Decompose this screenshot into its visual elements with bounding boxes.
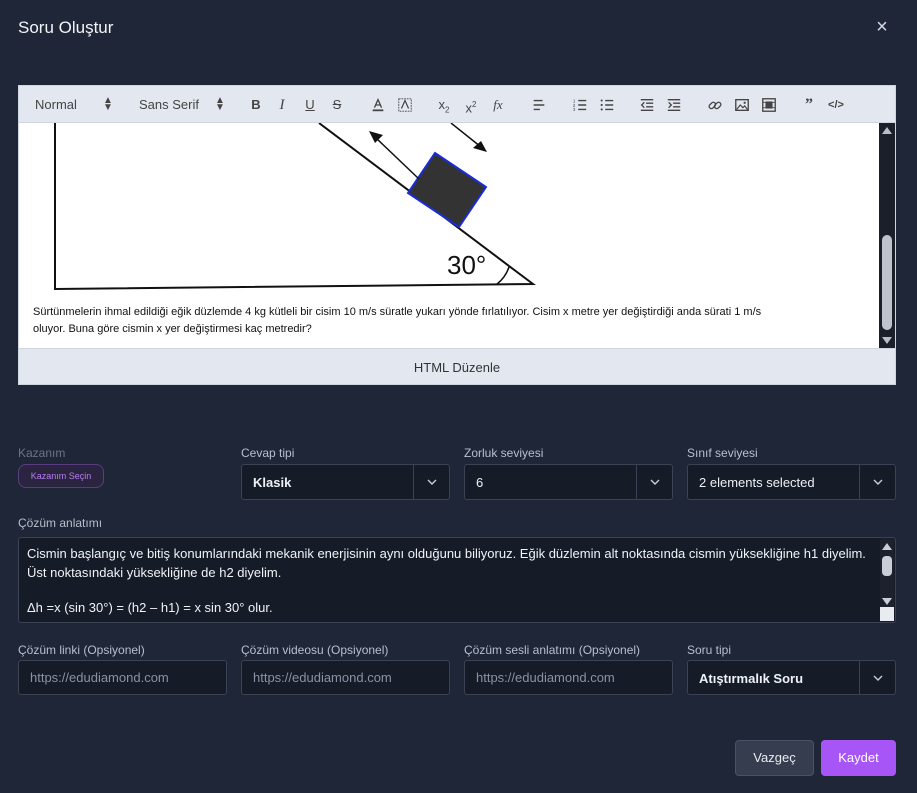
- cozum-anlatimi-textarea[interactable]: Cismin başlangıç ve bitiş konumlarındaki…: [18, 537, 896, 623]
- link-icon[interactable]: [706, 96, 724, 114]
- select-divider: [636, 465, 637, 499]
- chevron-down-icon: [873, 479, 883, 485]
- kazanim-select-button[interactable]: Kazanım Seçin: [18, 464, 104, 488]
- select-divider: [413, 465, 414, 499]
- scroll-thumb[interactable]: [882, 235, 892, 330]
- cozum-linki-label: Çözüm linki (Opsiyonel): [18, 643, 145, 657]
- resize-grip-icon[interactable]: [880, 607, 894, 621]
- cozum-line-1: Cismin başlangıç ve bitiş konumlarındaki…: [27, 546, 866, 580]
- select-arrows-icon: ▲ ▼: [103, 95, 113, 113]
- zorluk-label: Zorluk seviyesi: [464, 446, 544, 460]
- font-select[interactable]: Sans Serif ▲ ▼: [139, 96, 225, 113]
- html-edit-button[interactable]: HTML Düzenle: [18, 348, 896, 385]
- sinif-select[interactable]: 2 elements selected: [687, 464, 896, 500]
- textarea-scrollbar[interactable]: [880, 539, 894, 609]
- italic-icon[interactable]: I: [273, 96, 291, 114]
- sinif-value: 2 elements selected: [699, 475, 815, 490]
- outdent-icon[interactable]: [638, 96, 656, 114]
- editor-toolbar: Normal ▲ ▼ Sans Serif ▲ ▼ B I U S x2 x2 fx…: [18, 85, 896, 123]
- cozum-linki-input[interactable]: [18, 660, 227, 695]
- video-icon[interactable]: [760, 96, 778, 114]
- cozum-videosu-input[interactable]: [241, 660, 450, 695]
- ordered-list-icon[interactable]: 123: [571, 96, 589, 114]
- align-icon[interactable]: [530, 96, 548, 114]
- select-divider: [859, 465, 860, 499]
- underline-icon[interactable]: U: [301, 96, 319, 114]
- soru-tipi-label: Soru tipi: [687, 643, 732, 657]
- select-arrows-icon: ▲ ▼: [215, 95, 225, 113]
- bullet-list-icon[interactable]: [598, 96, 616, 114]
- cozum-anlatimi-label: Çözüm anlatımı: [18, 516, 103, 530]
- svg-text:3: 3: [573, 107, 576, 112]
- question-text: Sürtünmelerin ihmal edildiği eğik düzlem…: [33, 306, 762, 335]
- rich-text-editor: Normal ▲ ▼ Sans Serif ▲ ▼ B I U S x2 x2 fx…: [18, 85, 896, 385]
- scroll-thumb[interactable]: [882, 556, 892, 576]
- bold-icon[interactable]: B: [247, 96, 265, 114]
- scroll-down-icon[interactable]: [882, 337, 892, 344]
- select-divider: [859, 661, 860, 694]
- chevron-down-icon: [650, 479, 660, 485]
- chevron-down-icon: [427, 479, 437, 485]
- modal-title: Soru Oluştur: [18, 18, 114, 37]
- editor-content[interactable]: 30° Sürtünmelerin ihmal edildiği eğik dü…: [18, 123, 896, 348]
- cozum-videosu-label: Çözüm videosu (Opsiyonel): [241, 643, 389, 657]
- cozum-line-2: Δh =x (sin 30°) = (h2 – h1) = x sin 30° …: [27, 600, 273, 615]
- cozum-sesli-label: Çözüm sesli anlatımı (Opsiyonel): [464, 643, 641, 657]
- editor-scrollbar[interactable]: [879, 123, 895, 348]
- chevron-down-icon: [873, 675, 883, 681]
- soru-tipi-value: Atıştırmalık Soru: [699, 671, 804, 686]
- text-color-icon[interactable]: [369, 96, 387, 114]
- sinif-label: Sınıf seviyesi: [687, 446, 758, 460]
- zorluk-value: 6: [476, 475, 484, 490]
- header-select[interactable]: Normal ▲ ▼: [35, 96, 113, 113]
- background-color-icon[interactable]: [396, 96, 414, 114]
- scroll-up-icon[interactable]: [882, 127, 892, 134]
- header-select-value: Normal: [35, 97, 77, 112]
- indent-icon[interactable]: [665, 96, 683, 114]
- figure-angle-label: 30°: [447, 250, 487, 280]
- zorluk-select[interactable]: 6: [464, 464, 673, 500]
- formula-icon[interactable]: fx: [489, 96, 507, 114]
- cancel-button[interactable]: Vazgeç: [735, 740, 814, 776]
- cozum-sesli-input[interactable]: [464, 660, 673, 695]
- scroll-down-icon[interactable]: [882, 598, 892, 605]
- cevap-tipi-label: Cevap tipi: [241, 446, 295, 460]
- subscript-icon[interactable]: x2: [435, 96, 453, 115]
- code-block-icon[interactable]: </>: [827, 96, 845, 114]
- blockquote-icon[interactable]: ”: [800, 96, 818, 114]
- close-icon[interactable]: ×: [872, 17, 892, 37]
- cevap-tipi-value: Klasik: [253, 475, 292, 490]
- inclined-plane-figure: [54, 123, 536, 291]
- kazanim-label: Kazanım: [18, 446, 66, 460]
- save-button[interactable]: Kaydet: [821, 740, 896, 776]
- scroll-up-icon[interactable]: [882, 543, 892, 550]
- soru-tipi-select[interactable]: Atıştırmalık Soru: [687, 660, 896, 695]
- font-select-value: Sans Serif: [139, 97, 199, 112]
- cevap-tipi-select[interactable]: Klasik: [241, 464, 450, 500]
- cozum-anlatimi-text: Cismin başlangıç ve bitiş konumlarındaki…: [27, 544, 877, 617]
- superscript-icon[interactable]: x2: [462, 96, 480, 115]
- strike-icon[interactable]: S: [328, 96, 346, 114]
- image-icon[interactable]: [733, 96, 751, 114]
